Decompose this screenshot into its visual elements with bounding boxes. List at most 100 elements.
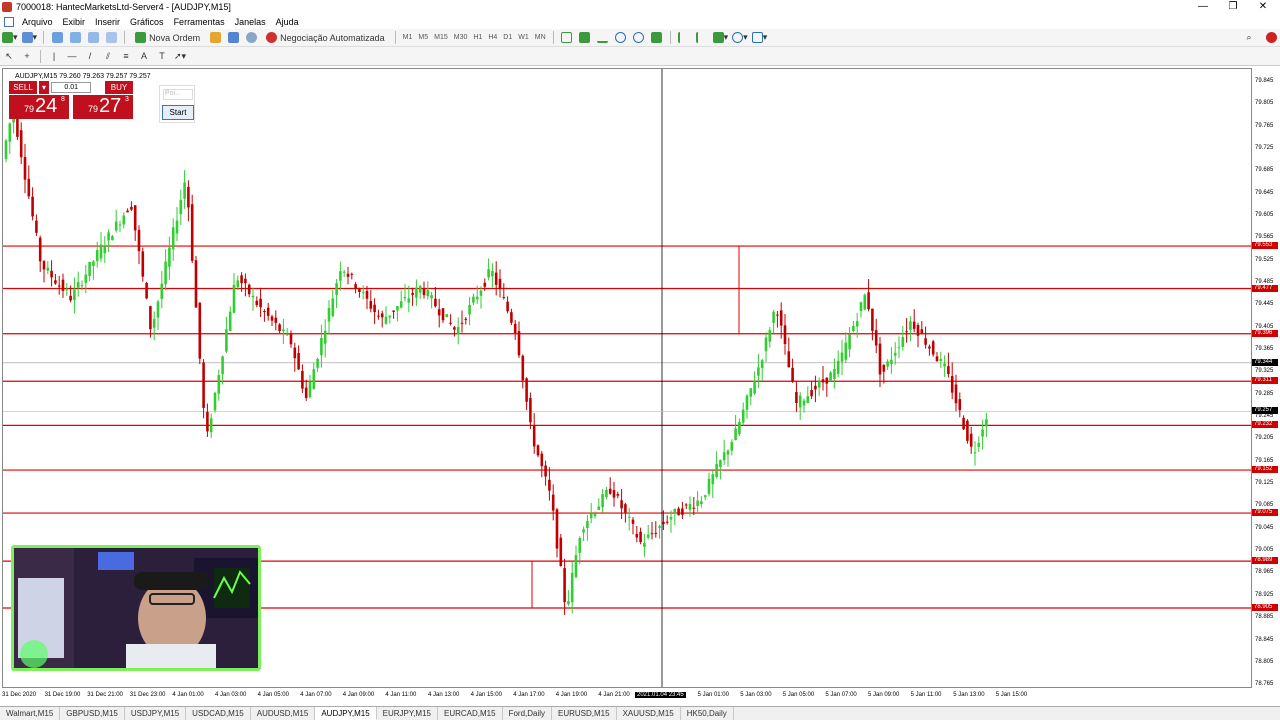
- candle-body: [23, 156, 27, 180]
- bar-chart-icon[interactable]: [560, 31, 574, 45]
- buy-button[interactable]: BUY: [105, 81, 133, 94]
- chart-tab[interactable]: EURUSD,M15: [552, 707, 617, 720]
- signals-icon[interactable]: [226, 31, 240, 45]
- chart-tab[interactable]: XAUUSD,M15: [617, 707, 681, 720]
- candle-body: [764, 337, 768, 352]
- line-chart-icon[interactable]: [596, 31, 610, 45]
- buy-price[interactable]: 79 27 3: [73, 95, 133, 119]
- timeframe-d1[interactable]: D1: [500, 34, 515, 41]
- text-label-icon[interactable]: T: [155, 49, 169, 63]
- vps-icon[interactable]: [244, 31, 258, 45]
- menu-ferramentas[interactable]: Ferramentas: [169, 17, 230, 27]
- sell-dropdown-icon[interactable]: ▾: [39, 81, 49, 94]
- data-window-icon[interactable]: [86, 31, 100, 45]
- candle-body: [669, 516, 673, 520]
- candle-body: [821, 379, 825, 383]
- timeframe-w1[interactable]: W1: [515, 34, 532, 41]
- cursor-icon[interactable]: ↖: [2, 49, 16, 63]
- chart-tab[interactable]: AUDUSD,M15: [251, 707, 316, 720]
- crosshair-icon[interactable]: +: [20, 49, 34, 63]
- lot-size-input[interactable]: 0.01: [51, 82, 91, 93]
- candle-body: [935, 356, 939, 362]
- close-button[interactable]: ✕: [1248, 0, 1278, 14]
- timeframe-h4[interactable]: H4: [485, 34, 500, 41]
- arrows-icon[interactable]: ➚▾: [173, 49, 187, 63]
- zoom-out-icon[interactable]: [632, 31, 646, 45]
- chart-tab[interactable]: USDJPY,M15: [125, 707, 187, 720]
- chart-tab[interactable]: Ford,Daily: [503, 707, 553, 720]
- metaeditor-icon[interactable]: [208, 31, 222, 45]
- minimize-button[interactable]: —: [1188, 0, 1218, 14]
- candle-body: [985, 419, 988, 427]
- fibonacci-icon[interactable]: ≡: [119, 49, 133, 63]
- chart-tab[interactable]: HK50,Daily: [681, 707, 734, 720]
- timeframe-m30[interactable]: M30: [451, 34, 471, 41]
- sell-price[interactable]: 79 24 8: [9, 95, 69, 119]
- new-order-icon: [135, 32, 147, 43]
- equidistant-channel-icon[interactable]: ⫽: [101, 49, 115, 63]
- menu-janelas[interactable]: Janelas: [230, 17, 271, 27]
- timeframe-mn[interactable]: MN: [532, 34, 549, 41]
- chart-tab[interactable]: EURJPY,M15: [377, 707, 438, 720]
- zoom-in-icon[interactable]: [614, 31, 628, 45]
- candle-body: [202, 362, 205, 408]
- market-watch-icon[interactable]: [50, 31, 64, 45]
- text-icon[interactable]: A: [137, 49, 151, 63]
- candle-body: [133, 205, 137, 231]
- templates-icon[interactable]: ▾: [751, 31, 767, 45]
- time-axis[interactable]: 31 Dec 2020 31 Dec 19:00 31 Dec 21:00 31 De…: [2, 688, 1251, 702]
- menu-ajuda[interactable]: Ajuda: [271, 17, 304, 27]
- chart-tab[interactable]: AUDJPY,M15: [315, 707, 377, 720]
- menu-arquivo[interactable]: Arquivo: [17, 17, 58, 27]
- terminal-icon[interactable]: [104, 31, 118, 45]
- symbol-info: AUDJPY,M15 79.260 79.263 79.257 79.257: [15, 73, 151, 80]
- periods-icon[interactable]: ▾: [732, 31, 748, 45]
- streamer-webcam-image: [14, 548, 258, 668]
- chart-tab[interactable]: USDCAD,M15: [186, 707, 251, 720]
- chart-tab[interactable]: EURCAD,M15: [438, 707, 503, 720]
- menu-inserir[interactable]: Inserir: [90, 17, 125, 27]
- candle-body: [810, 390, 813, 397]
- notification-icon[interactable]: [1264, 31, 1278, 45]
- navigator-icon[interactable]: [68, 31, 82, 45]
- candle-body: [886, 361, 889, 367]
- timeframe-m15[interactable]: M15: [431, 34, 451, 41]
- search-icon[interactable]: ⌕: [1242, 31, 1256, 45]
- candle-body: [677, 508, 680, 516]
- candle-body: [27, 178, 31, 197]
- price-label: 78.965: [1255, 569, 1274, 576]
- candle-body: [396, 306, 399, 311]
- sell-button[interactable]: SELL: [9, 81, 37, 94]
- ea-start-button[interactable]: Start: [162, 105, 194, 120]
- candle-body: [605, 489, 608, 498]
- indicators-icon[interactable]: ▾: [712, 31, 728, 45]
- autotrading-label: Negociação Automatizada: [280, 32, 385, 43]
- chart-tab[interactable]: Walmart,M15: [0, 707, 61, 720]
- chart-tab[interactable]: GBPUSD,M15: [60, 707, 125, 720]
- profiles-icon[interactable]: ▾: [21, 31, 37, 45]
- candle-body: [802, 400, 806, 406]
- tile-windows-icon[interactable]: [650, 31, 664, 45]
- vertical-line-icon[interactable]: |: [47, 49, 61, 63]
- candle-body: [388, 315, 392, 318]
- chart-plot[interactable]: AUDJPY,M15 79.260 79.263 79.257 79.257 S…: [2, 68, 1251, 688]
- price-axis[interactable]: 79.845 79.805 79.765 79.725 79.685 79.645 79.6…: [1251, 68, 1280, 688]
- horizontal-line-icon[interactable]: —: [65, 49, 79, 63]
- trendline-icon[interactable]: /: [83, 49, 97, 63]
- new-chart-icon[interactable]: ▾: [2, 31, 18, 45]
- ea-points-input[interactable]: Poi...: [163, 89, 193, 100]
- restore-button[interactable]: ❐: [1218, 0, 1248, 14]
- new-order-button[interactable]: Nova Ordem: [131, 31, 204, 45]
- autoscroll-icon[interactable]: [695, 31, 709, 45]
- chart-window[interactable]: AUDJPY,M15 79.260 79.263 79.257 79.257 S…: [0, 66, 1280, 706]
- timeframe-h1[interactable]: H1: [470, 34, 485, 41]
- timeframe-m5[interactable]: M5: [415, 34, 431, 41]
- mdi-window-icon[interactable]: [4, 16, 14, 27]
- candlestick-icon[interactable]: [578, 31, 592, 45]
- timeframe-m1[interactable]: M1: [400, 34, 416, 41]
- candle-body: [768, 330, 772, 342]
- autotrading-button[interactable]: Negociação Automatizada: [262, 31, 389, 45]
- chart-shift-icon[interactable]: [677, 31, 691, 45]
- menu-exibir[interactable]: Exibir: [58, 17, 91, 27]
- menu-graficos[interactable]: Gráficos: [125, 17, 169, 27]
